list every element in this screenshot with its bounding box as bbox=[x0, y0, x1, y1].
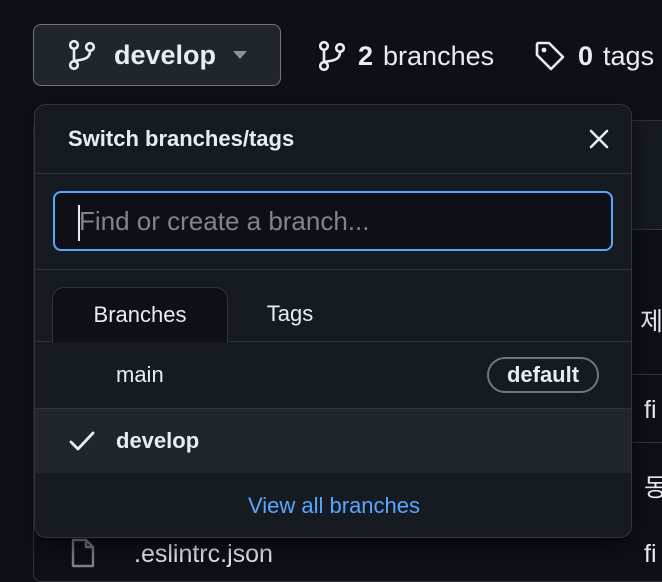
tags-link[interactable]: 0 tags bbox=[534, 40, 654, 72]
chevron-down-icon bbox=[232, 50, 248, 60]
tab-branches[interactable]: Branches bbox=[52, 287, 228, 342]
default-badge: default bbox=[487, 356, 599, 393]
git-branch-icon bbox=[318, 40, 346, 72]
branch-item-develop[interactable]: develop bbox=[35, 409, 631, 473]
tags-label: tags bbox=[603, 40, 655, 71]
tags-count: 0 bbox=[578, 40, 594, 71]
file-list-header bbox=[630, 120, 662, 230]
branch-select-button[interactable]: develop bbox=[33, 24, 281, 86]
branch-switcher-dropdown: Switch branches/tags Branches Tags main … bbox=[34, 104, 632, 538]
tab-tags[interactable]: Tags bbox=[245, 287, 335, 341]
view-all-branches-link[interactable]: View all branches bbox=[248, 493, 420, 519]
branch-name: main bbox=[116, 361, 164, 387]
file-name-link[interactable]: .eslintrc.json bbox=[134, 540, 273, 569]
dropdown-header: Switch branches/tags bbox=[35, 105, 631, 174]
branches-link[interactable]: 2 branches bbox=[318, 40, 494, 72]
branch-filter-input[interactable] bbox=[53, 191, 613, 251]
tag-icon bbox=[534, 40, 566, 72]
check-icon bbox=[69, 430, 95, 452]
branch-item-main[interactable]: main default bbox=[35, 341, 631, 409]
dropdown-title: Switch branches/tags bbox=[68, 126, 295, 151]
text-cursor bbox=[78, 205, 80, 241]
branches-label: branches bbox=[383, 40, 495, 71]
branch-tag-tabs: Branches Tags bbox=[35, 269, 631, 342]
branch-name: develop bbox=[116, 428, 200, 453]
branch-select-label: develop bbox=[114, 39, 217, 70]
branches-count: 2 bbox=[358, 40, 374, 71]
close-icon[interactable] bbox=[585, 125, 613, 153]
dropdown-footer: View all branches bbox=[35, 473, 631, 537]
commit-text-fragment: 동 bbox=[644, 474, 662, 502]
commit-text-fragment: fi bbox=[644, 540, 657, 568]
git-branch-icon bbox=[68, 39, 96, 71]
commit-text-fragment: fi bbox=[644, 396, 657, 424]
branch-filter-area bbox=[35, 173, 631, 270]
header-text-fragment: 제 bbox=[640, 308, 662, 336]
